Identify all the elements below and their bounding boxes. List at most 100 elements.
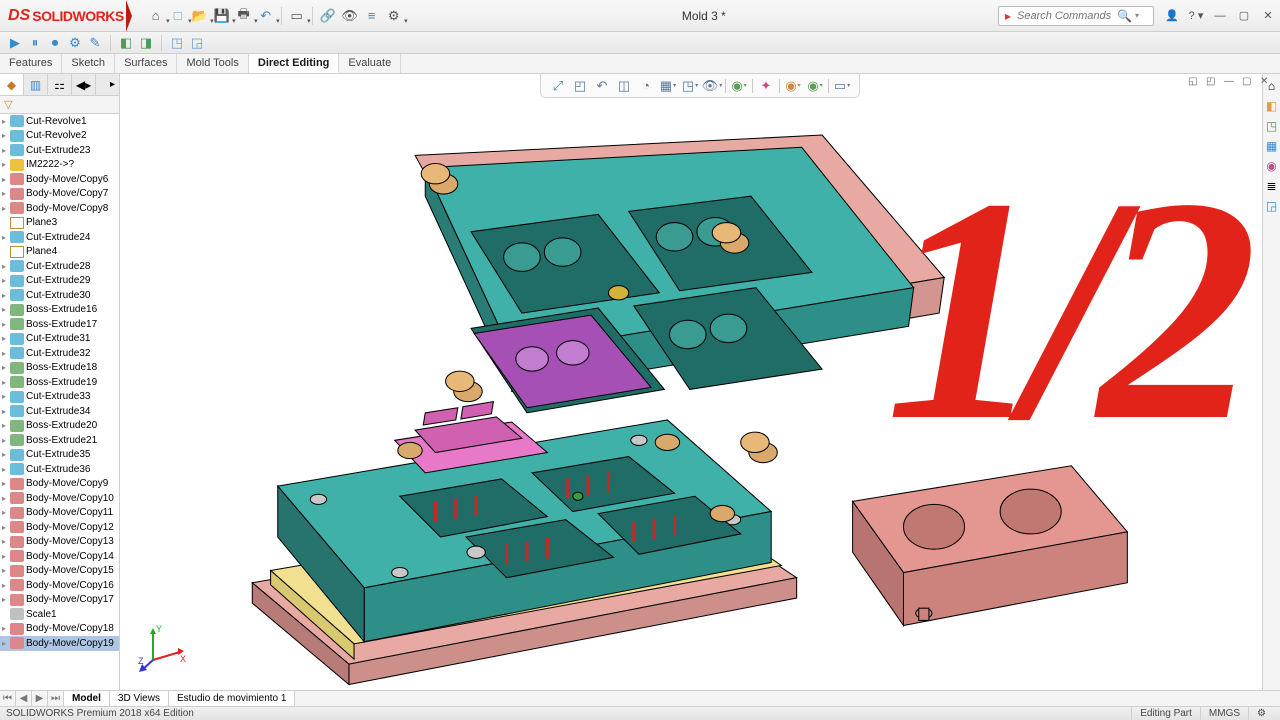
edit-appearance-icon[interactable]: ◉ — [730, 77, 748, 95]
tree-item[interactable]: ▸Body-Move/Copy16 — [0, 578, 119, 593]
tree-item[interactable]: ▸Body-Move/Copy7 — [0, 187, 119, 202]
task-forum-icon[interactable]: ◲ — [1264, 198, 1280, 214]
display-style-icon[interactable]: ◳ — [681, 77, 699, 95]
tree-item[interactable]: ▸Cut-Extrude35 — [0, 448, 119, 463]
search-commands-box[interactable]: ▸ 🔍 ▾ — [998, 6, 1154, 26]
expand-icon[interactable]: ▸ — [2, 291, 10, 300]
ribbon-tab-direct-editing[interactable]: Direct Editing — [249, 54, 340, 73]
doc-maximize[interactable]: ▢ — [1242, 76, 1258, 90]
expand-icon[interactable]: ▸ — [2, 566, 10, 575]
macro-btn-3[interactable]: ⏺ — [46, 34, 64, 52]
tree-item[interactable]: ▸Boss-Extrude17 — [0, 317, 119, 332]
macro-btn-6[interactable]: ◧ — [117, 34, 135, 52]
close-button[interactable]: ✕ — [1256, 6, 1280, 26]
expand-icon[interactable]: ▸ — [2, 581, 10, 590]
dynamic-view-icon[interactable]: ◔ — [637, 77, 655, 95]
task-resources-icon[interactable]: ◧ — [1264, 98, 1280, 114]
tree-item[interactable]: ▸Cut-Extrude24 — [0, 230, 119, 245]
zoom-area-icon[interactable]: ◰ — [571, 77, 589, 95]
save-button[interactable]: 💾 — [212, 6, 232, 26]
tree-item[interactable]: Scale1 — [0, 607, 119, 622]
tree-item[interactable]: ▸Body-Move/Copy6 — [0, 172, 119, 187]
tree-item[interactable]: ▸Cut-Extrude31 — [0, 332, 119, 347]
tree-item[interactable]: ▸IM2222->? — [0, 158, 119, 173]
tree-item[interactable]: ▸Body-Move/Copy13 — [0, 535, 119, 550]
tree-item[interactable]: ▸Cut-Revolve1 — [0, 114, 119, 129]
expand-icon[interactable]: ▸ — [2, 508, 10, 517]
ribbon-tab-mold-tools[interactable]: Mold Tools — [177, 54, 248, 73]
select-button[interactable]: ▭ — [287, 6, 307, 26]
tree-item[interactable]: ▸Body-Move/Copy9 — [0, 477, 119, 492]
bottom-tab-estudio-de-movimiento-1[interactable]: Estudio de movimiento 1 — [169, 691, 296, 706]
open-button[interactable]: 📂 — [190, 6, 210, 26]
expand-icon[interactable]: ▸ — [2, 407, 10, 416]
zoom-fit-icon[interactable]: ⤢ — [549, 77, 567, 95]
new-doc-button[interactable]: □ — [168, 6, 188, 26]
expand-icon[interactable]: ▸ — [2, 117, 10, 126]
tree-item[interactable]: ▸Boss-Extrude16 — [0, 303, 119, 318]
expand-icon[interactable]: ▸ — [2, 450, 10, 459]
expand-icon[interactable]: ▸ — [2, 204, 10, 213]
feature-tree-tab[interactable]: ◆ — [0, 74, 24, 95]
search-icon[interactable]: 🔍 — [1117, 9, 1135, 23]
tree-item[interactable]: ▸Body-Move/Copy17 — [0, 593, 119, 608]
graphics-area[interactable]: ◱ ◰ — ▢ ✕ ⤢ ◰ ↶ ◫ ◔ ▦ ◳ 👁 ◉ ✦ ◉ ◉ ▭ 1/2 — [120, 74, 1280, 690]
maximize-button[interactable]: ▢ — [1232, 6, 1256, 26]
expand-icon[interactable]: ▸ — [2, 175, 10, 184]
tree-item[interactable]: ▸Boss-Extrude19 — [0, 375, 119, 390]
expand-icon[interactable]: ▸ — [2, 305, 10, 314]
expand-icon[interactable]: ▸ — [2, 160, 10, 169]
expand-icon[interactable]: ▸ — [2, 276, 10, 285]
tree-item[interactable]: Plane3 — [0, 216, 119, 231]
tree-item[interactable]: ▸Body-Move/Copy14 — [0, 549, 119, 564]
tree-item[interactable]: ▸Cut-Extrude23 — [0, 143, 119, 158]
status-units[interactable]: MMGS — [1200, 707, 1248, 720]
feature-tree[interactable]: ▸Cut-Revolve1▸Cut-Revolve2▸Cut-Extrude23… — [0, 114, 119, 690]
expand-icon[interactable]: ▸ — [2, 189, 10, 198]
undo-button[interactable]: ↶ — [256, 6, 276, 26]
rebuild-button[interactable]: ≡ — [362, 6, 382, 26]
ribbon-tab-evaluate[interactable]: Evaluate — [339, 54, 401, 73]
task-appearance-icon[interactable]: ◉ — [1264, 158, 1280, 174]
tree-item[interactable]: ▸Cut-Extrude36 — [0, 462, 119, 477]
tree-item[interactable]: ▸Cut-Extrude33 — [0, 390, 119, 405]
tree-item[interactable]: ▸Body-Move/Copy15 — [0, 564, 119, 579]
expand-icon[interactable]: ▸ — [2, 146, 10, 155]
expand-icon[interactable]: ▸ — [2, 421, 10, 430]
macro-btn-5[interactable]: ✎ — [86, 34, 104, 52]
dimxpert-tab[interactable]: ◀▸ — [72, 74, 96, 95]
tree-item[interactable]: ▸Cut-Extrude29 — [0, 274, 119, 289]
orientation-triad[interactable]: Y X Z — [138, 622, 188, 672]
tree-item[interactable]: ▸Body-Move/Copy11 — [0, 506, 119, 521]
tree-item[interactable]: ▸Boss-Extrude21 — [0, 433, 119, 448]
ribbon-tab-features[interactable]: Features — [0, 54, 62, 73]
section-view-icon[interactable]: ◫ — [615, 77, 633, 95]
doc-minimize[interactable]: — — [1224, 76, 1240, 90]
visibility-icon[interactable]: 👁 — [340, 6, 360, 26]
expand-icon[interactable]: ▸ — [2, 494, 10, 503]
help-dropdown[interactable]: ? ▾ — [1184, 6, 1208, 26]
home-button[interactable]: ⌂ — [146, 6, 166, 26]
search-input[interactable] — [1017, 10, 1117, 22]
expand-icon[interactable]: ▸ — [2, 392, 10, 401]
more-tabs[interactable]: ▸ — [96, 74, 119, 95]
expand-icon[interactable]: ▸ — [2, 465, 10, 474]
apply-scene-icon[interactable]: ✦ — [757, 77, 775, 95]
tree-item[interactable]: ▸Body-Move/Copy19 — [0, 636, 119, 651]
tree-item[interactable]: ▸Boss-Extrude20 — [0, 419, 119, 434]
expand-icon[interactable]: ▸ — [2, 523, 10, 532]
view-orientation-icon[interactable]: ▦ — [659, 77, 677, 95]
print-button[interactable]: 🖶 — [234, 6, 254, 26]
view-settings-icon-2[interactable]: ◉ — [806, 77, 824, 95]
expand-icon[interactable]: ▸ — [2, 378, 10, 387]
render-settings-icon[interactable]: ▭ — [833, 77, 851, 95]
options-button[interactable]: ⚙ — [384, 6, 404, 26]
expand-icon[interactable]: ▸ — [2, 233, 10, 242]
expand-icon[interactable]: ▸ — [2, 479, 10, 488]
link-icon[interactable]: 🔗 — [318, 6, 338, 26]
search-dropdown-icon[interactable]: ▾ — [1135, 11, 1153, 20]
bottom-tab-3d-views[interactable]: 3D Views — [110, 691, 169, 706]
user-icon[interactable]: 👤 — [1160, 6, 1184, 26]
view-settings-icon-1[interactable]: ◉ — [784, 77, 802, 95]
expand-icon[interactable]: ▸ — [2, 363, 10, 372]
